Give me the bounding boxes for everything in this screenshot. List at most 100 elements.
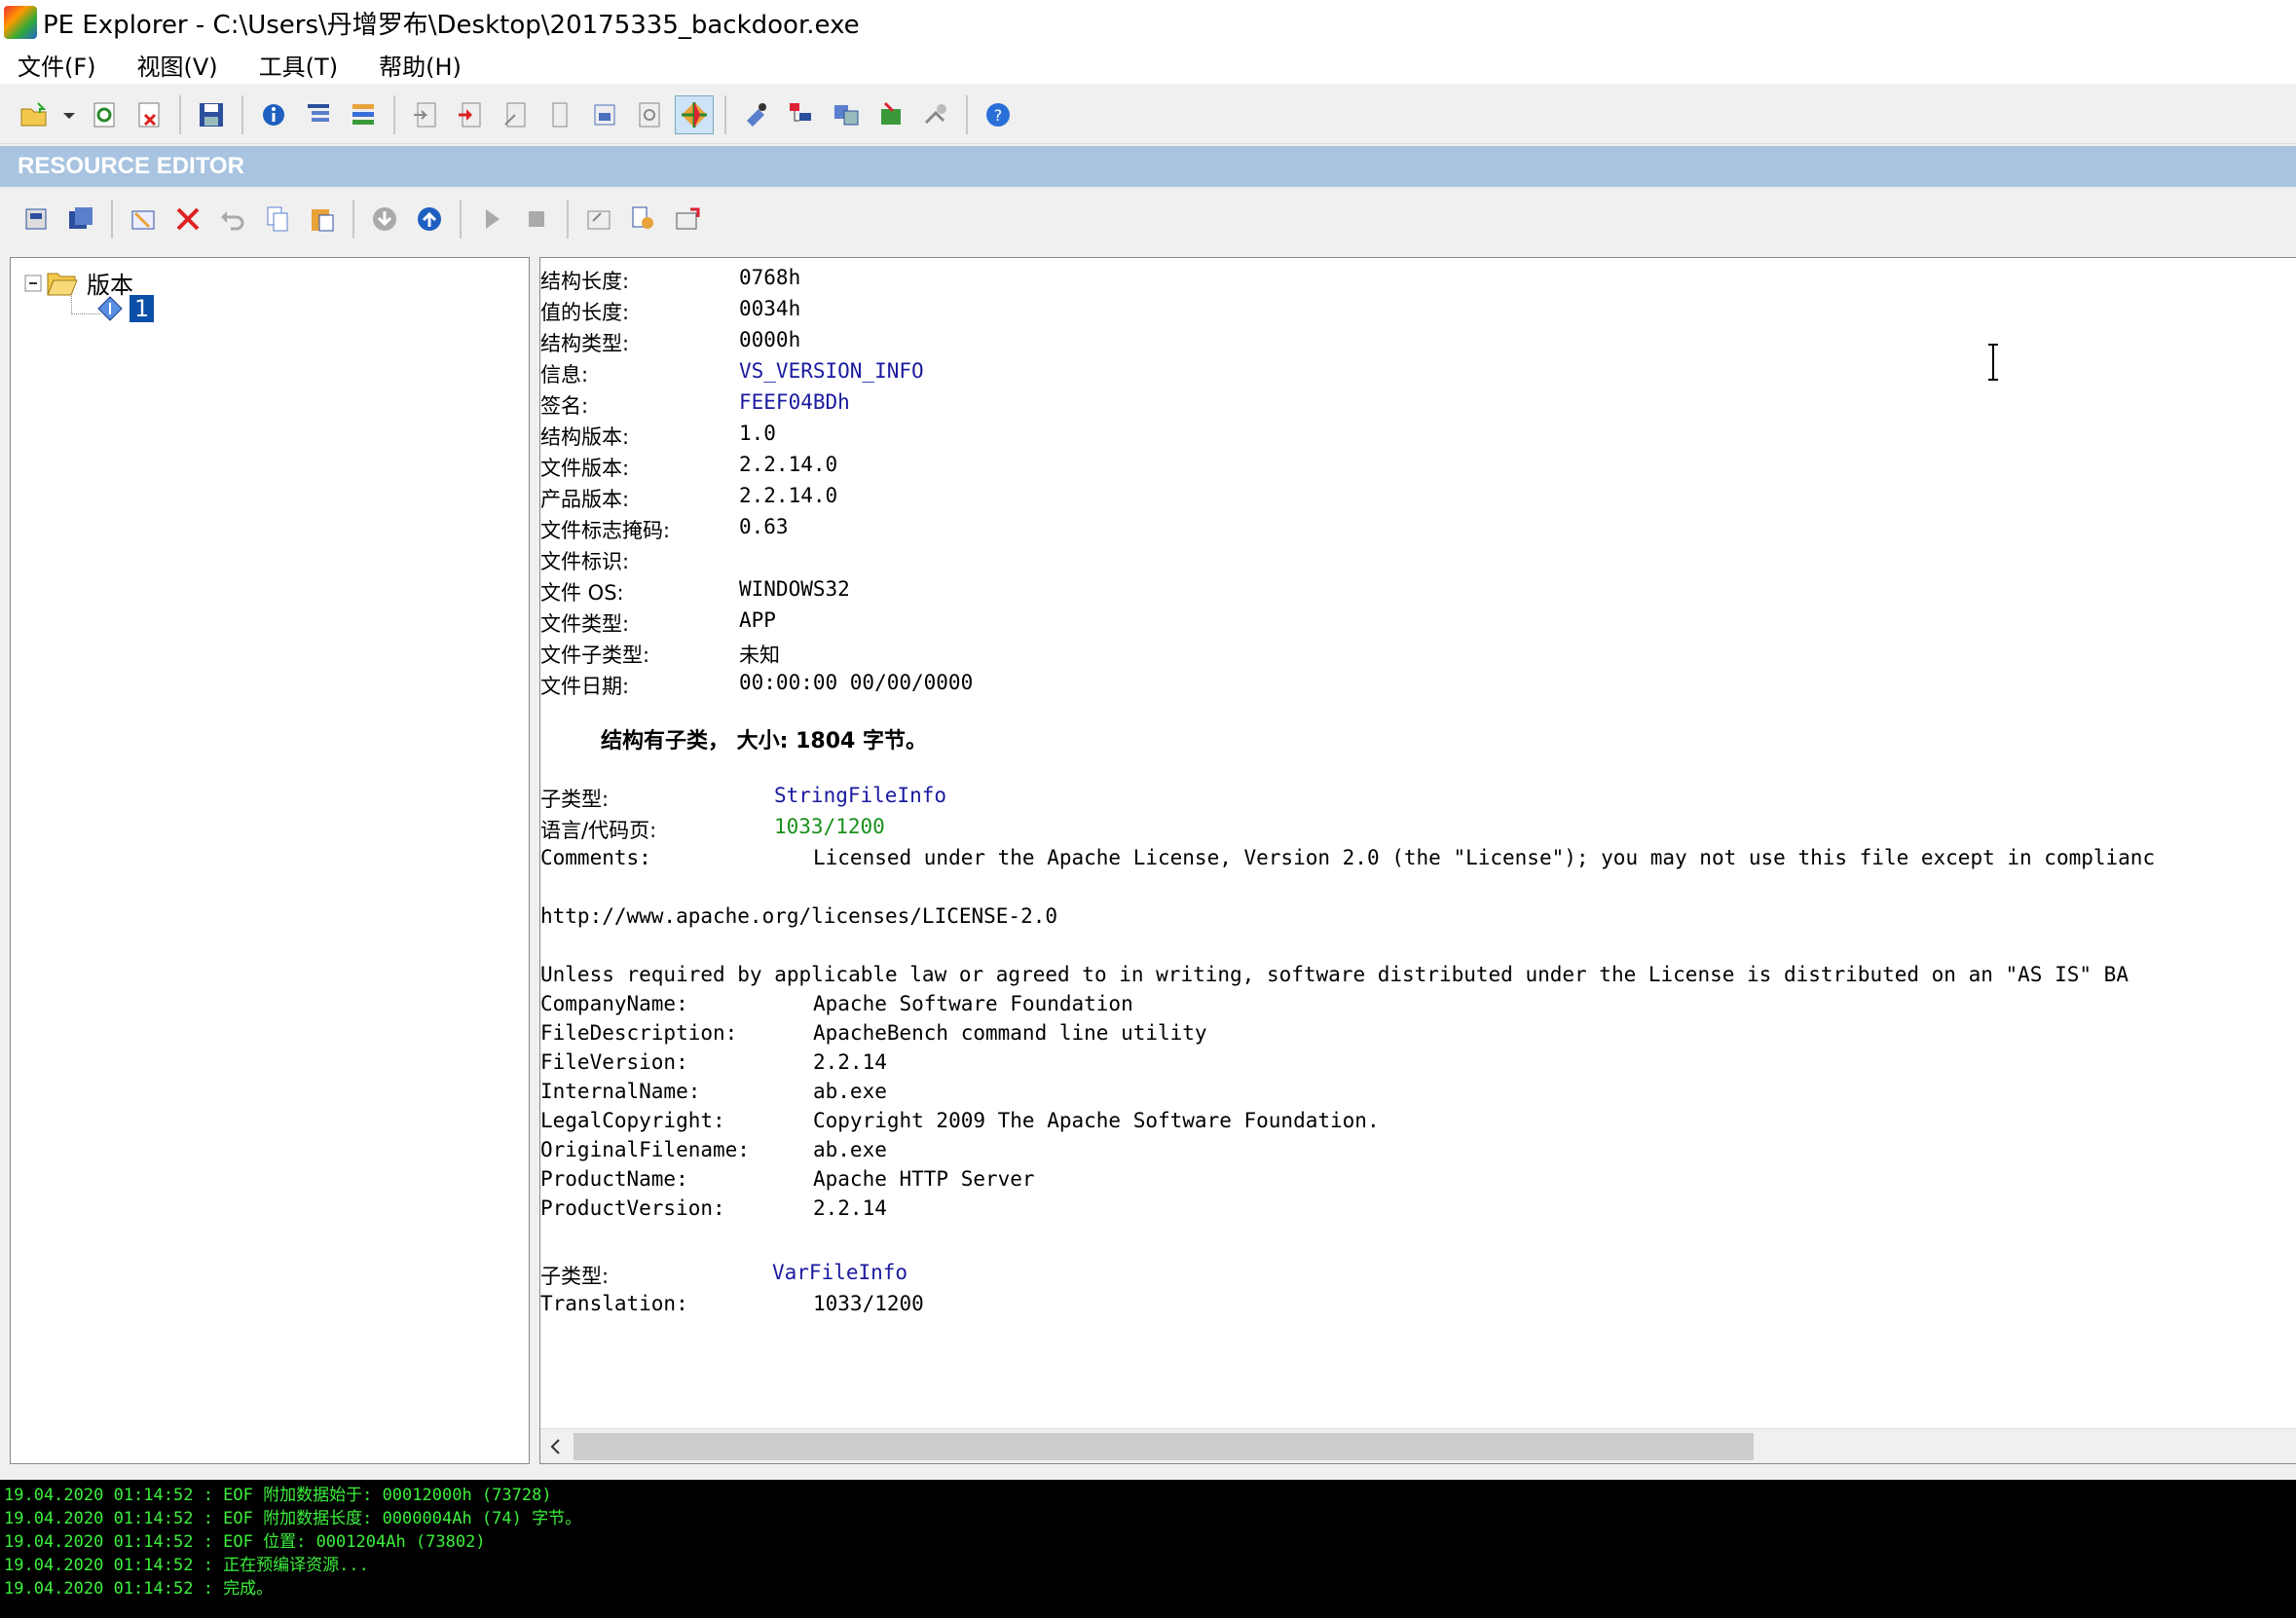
string-entry-value: Apache HTTP Server bbox=[813, 1167, 1035, 1191]
scrollbar-thumb[interactable] bbox=[574, 1433, 1754, 1460]
toolbar-separator bbox=[111, 200, 113, 239]
tree-view-icon[interactable] bbox=[782, 95, 821, 134]
field-label: 值的长度: bbox=[540, 301, 630, 324]
license-text: Unless required by applicable law or agr… bbox=[540, 963, 2129, 986]
field-value: APP bbox=[739, 608, 776, 632]
delete-icon[interactable] bbox=[168, 200, 207, 239]
language-label: 语言/代码页: bbox=[540, 819, 657, 842]
tree-node-1-label: 1 bbox=[130, 295, 155, 322]
debug-icon[interactable] bbox=[540, 95, 579, 134]
field-value: 0.63 bbox=[739, 515, 789, 538]
field-label: 文件标识: bbox=[540, 550, 630, 573]
subtype-label: 子类型: bbox=[540, 788, 610, 811]
paste-icon[interactable] bbox=[303, 200, 342, 239]
log-console: 19.04.2020 01:14:52 : EOF 附加数据始于: 000120… bbox=[0, 1480, 2296, 1618]
toolbar-separator bbox=[352, 200, 354, 239]
stop-icon[interactable] bbox=[517, 200, 556, 239]
dropdown-arrow-icon[interactable] bbox=[59, 95, 79, 134]
string-entry-value: Apache Software Foundation bbox=[813, 992, 1133, 1015]
language-value: 1033/1200 bbox=[774, 815, 885, 838]
field-value: 0768h bbox=[739, 266, 801, 289]
plugins-icon[interactable] bbox=[916, 95, 955, 134]
unpack-icon[interactable] bbox=[871, 95, 910, 134]
string-entry-key: ProductVersion: bbox=[540, 1196, 725, 1220]
string-entry-key: LegalCopyright: bbox=[540, 1109, 725, 1132]
field-label: 文件子类型: bbox=[540, 644, 650, 667]
reload-icon[interactable] bbox=[85, 95, 124, 134]
sections-icon[interactable] bbox=[344, 95, 383, 134]
save-resource-icon[interactable] bbox=[17, 200, 56, 239]
close-file-icon[interactable] bbox=[130, 95, 168, 134]
translation-value: 1033/1200 bbox=[813, 1292, 924, 1315]
toolbar-separator bbox=[393, 94, 395, 134]
horizontal-scrollbar[interactable] bbox=[540, 1428, 2296, 1463]
title-bar: PE Explorer - C:\Users\丹增罗布\Desktop\2017… bbox=[0, 0, 2296, 45]
tree-node-1[interactable]: 1 bbox=[96, 295, 155, 322]
toolbar-separator bbox=[966, 94, 968, 134]
menu-file[interactable]: 文件(F) bbox=[18, 48, 96, 82]
menu-help[interactable]: 帮助(H) bbox=[379, 48, 462, 82]
exports-icon[interactable] bbox=[406, 95, 445, 134]
play-icon[interactable] bbox=[472, 200, 511, 239]
string-entry-value: 2.2.14 bbox=[813, 1196, 887, 1220]
pane-splitter[interactable] bbox=[530, 257, 539, 1464]
dependency-icon[interactable] bbox=[630, 95, 669, 134]
string-entry-value: Copyright 2009 The Apache Software Found… bbox=[813, 1109, 1380, 1132]
undo-icon[interactable] bbox=[213, 200, 252, 239]
field-label: 信息: bbox=[540, 363, 589, 386]
copy-icon[interactable] bbox=[258, 200, 297, 239]
string-entry-value: ab.exe bbox=[813, 1080, 887, 1103]
imports-icon[interactable] bbox=[451, 95, 490, 134]
compare-icon[interactable] bbox=[827, 95, 866, 134]
upload-icon[interactable] bbox=[410, 200, 449, 239]
menu-bar: 文件(F) 视图(V) 工具(T) 帮助(H) bbox=[0, 45, 2296, 84]
field-label: 结构版本: bbox=[540, 425, 630, 449]
string-entry-value: ab.exe bbox=[813, 1138, 887, 1161]
resource-diamond-icon bbox=[97, 296, 123, 321]
log-line: 19.04.2020 01:14:52 : 正在预编译资源... bbox=[4, 1556, 369, 1575]
headers-icon[interactable] bbox=[299, 95, 338, 134]
var-subtype-value: VarFileInfo bbox=[772, 1261, 908, 1284]
save-all-resources-icon[interactable] bbox=[61, 200, 100, 239]
disassembler-icon[interactable] bbox=[585, 95, 624, 134]
info-icon[interactable] bbox=[254, 95, 293, 134]
collapse-icon[interactable] bbox=[24, 275, 42, 292]
field-label: 文件 OS: bbox=[540, 581, 624, 605]
open-resource-icon[interactable] bbox=[669, 200, 708, 239]
resource-tree: 版本 1 bbox=[10, 257, 530, 1464]
log-line: 19.04.2020 01:14:52 : EOF 附加数据长度: 000000… bbox=[4, 1509, 582, 1528]
open-file-icon[interactable] bbox=[15, 95, 54, 134]
scroll-left-icon[interactable] bbox=[546, 1437, 566, 1456]
help-icon[interactable]: ? bbox=[979, 95, 1018, 134]
field-label: 结构类型: bbox=[540, 332, 630, 355]
field-label: 文件标志掩码: bbox=[540, 519, 671, 542]
field-label: 结构长度: bbox=[540, 270, 630, 293]
syntax-icon[interactable] bbox=[737, 95, 776, 134]
edit-resource-icon[interactable] bbox=[124, 200, 163, 239]
field-value: WINDOWS32 bbox=[739, 577, 850, 601]
field-value: 未知 bbox=[739, 644, 780, 667]
menu-view[interactable]: 视图(V) bbox=[137, 48, 218, 82]
translation-label: Translation: bbox=[540, 1292, 688, 1315]
string-entry-value: ApacheBench command line utility bbox=[813, 1021, 1207, 1045]
window-title: PE Explorer - C:\Users\丹增罗布\Desktop\2017… bbox=[43, 10, 860, 40]
export-resource-icon[interactable] bbox=[579, 200, 618, 239]
comments-value: Licensed under the Apache License, Versi… bbox=[813, 846, 2156, 869]
log-line: 19.04.2020 01:14:52 : 完成。 bbox=[4, 1579, 274, 1599]
license-url: http://www.apache.org/licenses/LICENSE-2… bbox=[540, 904, 1058, 928]
field-value: 1.0 bbox=[739, 422, 776, 445]
resource-editor-header: RESOURCE EDITOR bbox=[0, 146, 2296, 187]
menu-tools[interactable]: 工具(T) bbox=[259, 48, 338, 82]
properties-icon[interactable] bbox=[624, 200, 663, 239]
field-value: FEEF04BDh bbox=[739, 390, 850, 414]
string-entry-value: 2.2.14 bbox=[813, 1050, 887, 1074]
resource-editor-icon[interactable] bbox=[675, 94, 714, 134]
toolbar-separator bbox=[724, 94, 726, 134]
log-line: 19.04.2020 01:14:52 : EOF 位置: 0001204Ah … bbox=[4, 1532, 486, 1552]
resource-toolbar bbox=[0, 189, 2296, 249]
log-line: 19.04.2020 01:14:52 : EOF 附加数据始于: 000120… bbox=[4, 1486, 552, 1505]
field-value: VS_VERSION_INFO bbox=[739, 359, 924, 383]
save-icon[interactable] bbox=[192, 95, 231, 134]
download-icon[interactable] bbox=[365, 200, 404, 239]
resources-icon[interactable] bbox=[496, 95, 535, 134]
